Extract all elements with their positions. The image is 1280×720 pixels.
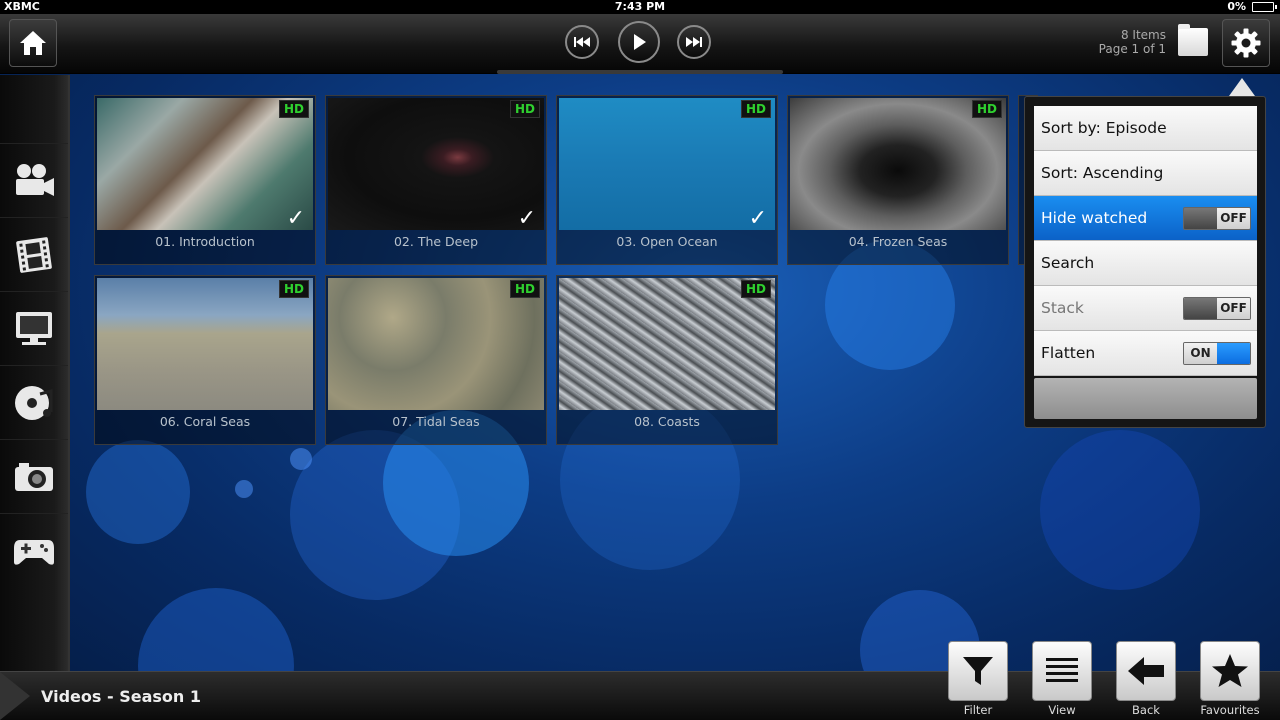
hd-badge: HD: [509, 280, 540, 298]
back-label: Back: [1132, 703, 1160, 717]
favourites-label: Favourites: [1200, 703, 1260, 717]
popup-pointer: [1229, 78, 1255, 96]
filter-icon: [963, 657, 993, 685]
settings-button[interactable]: [1222, 19, 1270, 67]
favourites-button[interactable]: [1200, 641, 1260, 701]
sidebar-item-movies[interactable]: [0, 143, 68, 217]
flatten-label: Flatten: [1041, 344, 1096, 362]
skip-forward-icon: [686, 37, 702, 47]
sidebar-item-pictures[interactable]: [0, 439, 68, 513]
hd-badge: HD: [971, 100, 1002, 118]
home-icon: [20, 31, 46, 55]
filter-label: Filter: [963, 703, 993, 717]
breadcrumb-arrow-icon: [0, 672, 30, 720]
sort-by-label: Sort by: Episode: [1041, 119, 1167, 137]
episode-tile-06[interactable]: HD 06. Coral Seas: [94, 275, 316, 445]
watched-checkmark-icon: ✓: [517, 206, 536, 231]
film-strip-icon: [16, 236, 52, 273]
episode-title: 04. Frozen Seas: [848, 234, 948, 249]
view-label: View: [1048, 703, 1076, 717]
player-tab-handle[interactable]: [497, 70, 783, 74]
gamepad-icon: [14, 539, 54, 565]
breadcrumb: Videos - Season 1: [41, 687, 201, 706]
toggle-state: OFF: [1217, 298, 1250, 319]
episode-title: 07. Tidal Seas: [392, 414, 480, 429]
episode-title: 02. The Deep: [393, 234, 478, 249]
play-button[interactable]: [618, 21, 660, 63]
episode-tile-02[interactable]: HD ✓ 02. The Deep: [325, 95, 547, 265]
skip-back-icon: [574, 37, 590, 47]
episode-tile-01[interactable]: HD ✓ 01. Introduction: [94, 95, 316, 265]
music-disc-icon: [15, 385, 53, 420]
stack-toggle[interactable]: OFF: [1183, 297, 1251, 320]
sidebar-item-games[interactable]: [0, 513, 68, 587]
stack-label: Stack: [1041, 299, 1084, 317]
hide-watched-label: Hide watched: [1041, 209, 1148, 227]
sort-by-option[interactable]: Sort by: Episode: [1034, 106, 1257, 151]
filter-button[interactable]: [948, 641, 1008, 701]
list-info: 8 Items Page 1 of 1: [1099, 28, 1166, 56]
episode-title: 03. Open Ocean: [616, 234, 718, 249]
camera-icon: [15, 462, 53, 491]
hide-watched-option[interactable]: Hide watched OFF: [1034, 196, 1257, 241]
home-button[interactable]: [9, 19, 57, 67]
film-camera-icon: [16, 163, 54, 196]
clock: 7:43 PM: [614, 0, 666, 13]
tv-icon: [16, 311, 52, 345]
search-option[interactable]: Search: [1034, 241, 1257, 286]
episode-title: 06. Coral Seas: [159, 414, 251, 429]
folder-icon[interactable]: [1178, 24, 1208, 56]
popup-footer: [1034, 378, 1257, 419]
hd-badge: HD: [509, 100, 540, 118]
battery-icon: [1252, 2, 1277, 12]
back-arrow-icon: [1128, 657, 1164, 685]
stack-option[interactable]: Stack OFF: [1034, 286, 1257, 331]
flatten-option[interactable]: Flatten ON: [1034, 331, 1257, 376]
next-button[interactable]: [677, 25, 711, 59]
toggle-state: OFF: [1217, 208, 1250, 229]
battery-level: 0%: [1227, 0, 1246, 13]
sort-order-option[interactable]: Sort: Ascending: [1034, 151, 1257, 196]
sort-order-label: Sort: Ascending: [1041, 164, 1164, 182]
back-button[interactable]: [1116, 641, 1176, 701]
hide-watched-toggle[interactable]: OFF: [1183, 207, 1251, 230]
gear-icon: [1231, 28, 1261, 58]
list-view-icon: [1046, 658, 1078, 682]
sidebar: [0, 75, 70, 671]
hd-badge: HD: [278, 280, 309, 298]
hd-badge: HD: [740, 280, 771, 298]
star-icon: [1212, 654, 1248, 687]
episode-tile-04[interactable]: HD 04. Frozen Seas: [787, 95, 1009, 265]
sidebar-item-live-tv[interactable]: [0, 291, 68, 365]
options-popup: Sort by: Episode Sort: Ascending Hide wa…: [1024, 96, 1266, 428]
episode-tile-03[interactable]: HD ✓ 03. Open Ocean: [556, 95, 778, 265]
episode-title: 01. Introduction: [155, 234, 255, 249]
watched-checkmark-icon: ✓: [286, 206, 305, 231]
items-count: 8 Items: [1120, 28, 1166, 42]
previous-button[interactable]: [565, 25, 599, 59]
sidebar-item-music[interactable]: [0, 365, 68, 439]
flatten-toggle[interactable]: ON: [1183, 342, 1251, 365]
page-info: Page 1 of 1: [1098, 42, 1166, 56]
play-icon: [634, 34, 646, 50]
watched-checkmark-icon: ✓: [748, 206, 767, 231]
episode-tile-08[interactable]: HD 08. Coasts: [556, 275, 778, 445]
top-bar: 8 Items Page 1 of 1: [0, 14, 1280, 74]
view-button[interactable]: [1032, 641, 1092, 701]
search-label: Search: [1041, 254, 1095, 272]
hd-badge: HD: [278, 100, 309, 118]
hd-badge: HD: [740, 100, 771, 118]
episode-tile-07[interactable]: HD 07. Tidal Seas: [325, 275, 547, 445]
status-bar: XBMC 7:43 PM 0%: [0, 0, 1280, 14]
episode-title: 08. Coasts: [634, 414, 700, 429]
sidebar-item-tv-shows[interactable]: [0, 217, 68, 291]
toggle-state: ON: [1184, 343, 1217, 364]
